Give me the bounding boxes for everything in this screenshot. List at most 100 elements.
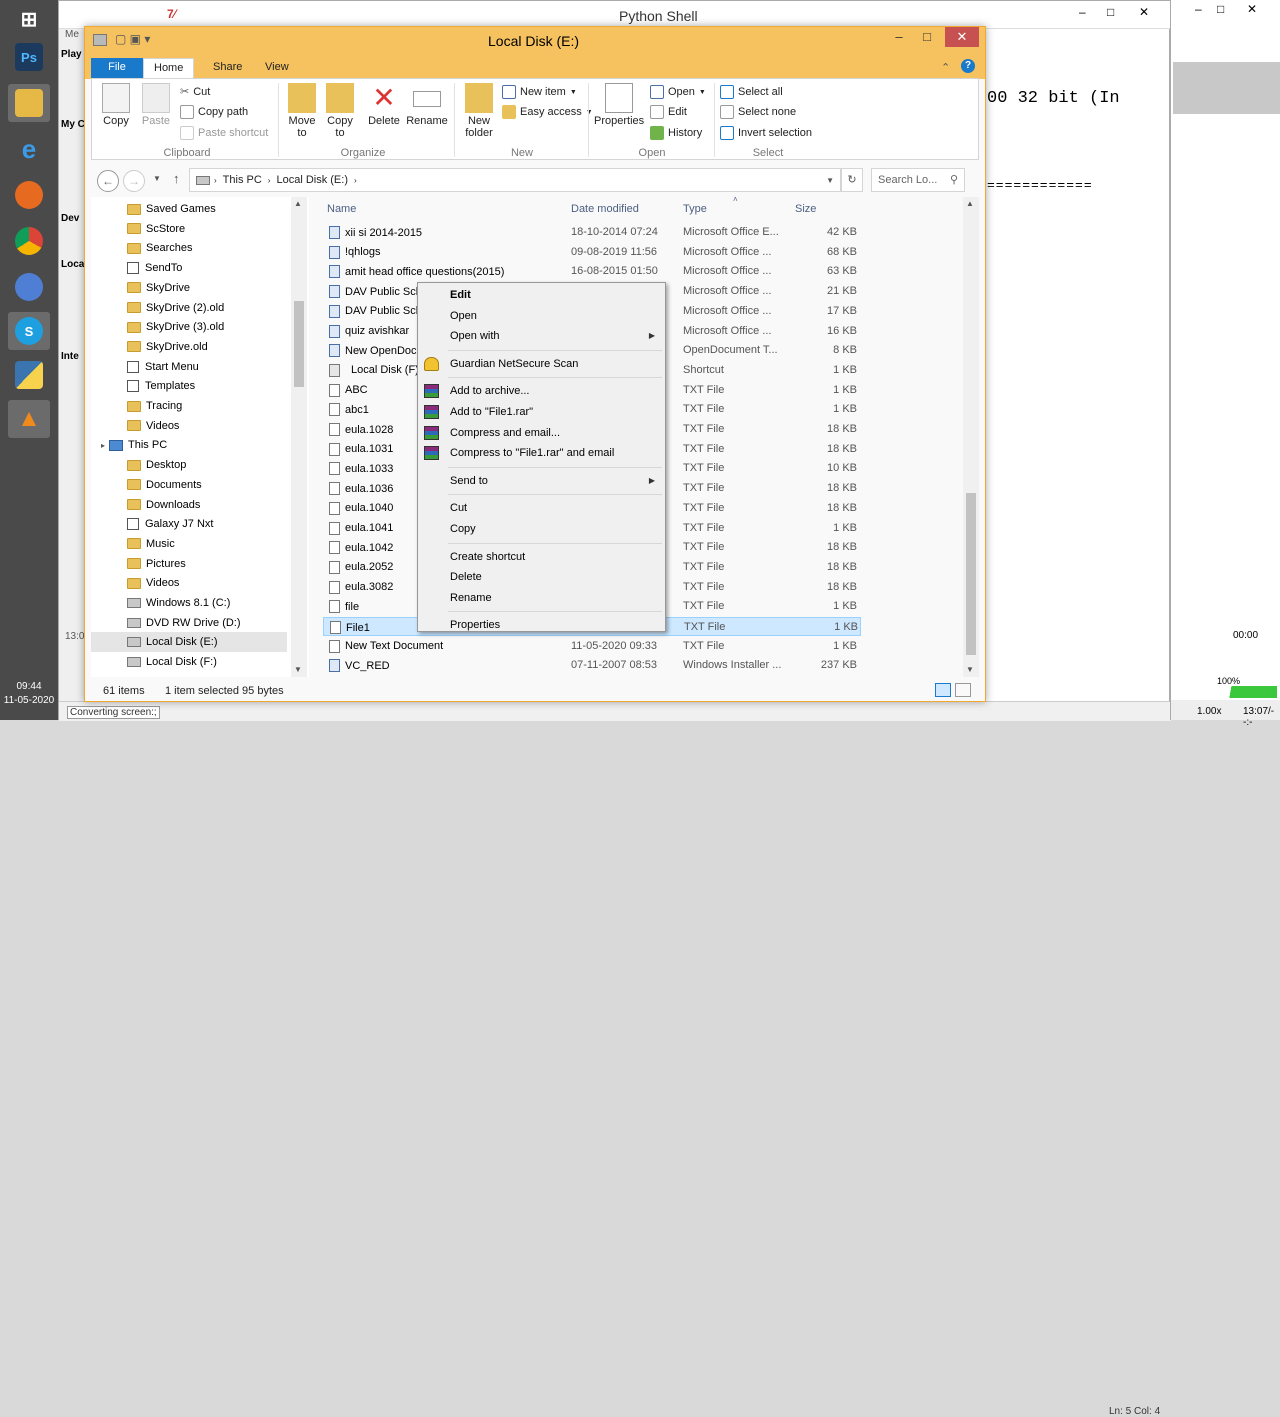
minimize-button[interactable]: – [885,27,913,47]
close-button[interactable]: ✕ [945,27,979,47]
scroll-up-icon[interactable]: ▲ [966,199,974,208]
copy-path-button[interactable]: Copy path [180,105,248,119]
menu-item[interactable]: Copy [418,519,665,539]
navigation-scrollbar[interactable] [291,197,307,677]
address-dropdown-icon[interactable]: ▼ [826,176,834,185]
firefox-icon[interactable] [8,176,50,214]
nav-item[interactable]: ▸ This PC [91,435,167,455]
menu-item[interactable]: Add to archive... [418,381,665,401]
tab-view[interactable]: View [255,58,299,79]
python-idle-icon[interactable] [8,356,50,394]
nav-item[interactable]: Desktop [91,455,186,475]
address-bar[interactable]: › This PC › Local Disk (E:) › ▼ [189,168,841,192]
nav-item[interactable]: Downloads [91,495,200,515]
details-view-icon[interactable] [935,683,951,697]
collapse-ribbon-icon[interactable]: ⌃ [941,61,950,74]
nav-item[interactable]: SkyDrive (2).old [91,298,224,318]
column-name[interactable]: Name [327,203,356,215]
menu-item[interactable]: Add to "File1.rar" [418,402,665,422]
file-row[interactable]: New Text Document 11-05-2020 09:33 TXT Fil… [323,637,861,656]
menu-item[interactable]: Send to ▶ [418,471,665,491]
breadcrumb-chevron-icon[interactable]: › [354,176,357,185]
large-icons-view-icon[interactable] [955,683,971,697]
column-date-modified[interactable]: Date modified [571,203,639,215]
recent-locations-chevron-icon[interactable]: ▼ [153,174,161,183]
windows-logo-icon[interactable]: ⊞ [8,0,50,38]
delete-button[interactable]: ✕ Delete [366,83,402,128]
skype-icon[interactable]: S [8,312,50,350]
nav-item[interactable]: Videos [91,573,179,593]
nav-item[interactable]: ScStore [91,219,185,239]
menu-item[interactable]: Delete [418,567,665,587]
tab-file[interactable]: File [91,58,143,79]
edit-button[interactable]: Edit [650,105,687,119]
refresh-button[interactable]: ↻ [841,168,863,192]
nav-item[interactable]: Start Menu [91,357,199,377]
new-item-button[interactable]: New item ▼ [502,85,577,99]
photoshop-icon[interactable]: Ps [8,38,50,76]
nav-item[interactable]: SkyDrive.old [91,337,208,357]
file-row[interactable]: xii si 2014-2015 18-10-2014 07:24 Microsof… [323,223,861,242]
nav-item[interactable]: Local Disk (F:) [91,652,217,672]
breadcrumb-chevron-icon[interactable]: › [268,176,271,185]
forward-button[interactable]: → [123,170,145,192]
menu-item[interactable]: Compress to "File1.rar" and email [418,443,665,463]
python-console-output[interactable]: 00 32 bit (In ============ [987,51,1120,231]
nav-item[interactable]: Documents [91,475,202,495]
select-all-button[interactable]: Select all [720,85,783,99]
menu-item[interactable]: Properties [418,615,665,635]
nav-item[interactable]: DVD RW Drive (D:) [91,613,241,633]
column-type[interactable]: Type [683,203,707,215]
menu-item[interactable]: Rename [418,588,665,608]
up-arrow-icon[interactable]: ↑ [173,171,180,186]
scroll-down-icon[interactable]: ▼ [294,665,302,674]
tab-home[interactable]: Home [143,58,195,79]
maximize-icon[interactable]: □ [1217,2,1224,16]
copy-to-button[interactable]: Copy to [322,83,358,139]
file-row[interactable]: !qhlogs 09-08-2019 11:56 Microsoft Office … [323,243,861,262]
nav-item[interactable]: Local Disk (E:) [91,632,287,653]
nav-item[interactable]: Videos [91,416,179,436]
menu-item[interactable]: Cut [418,498,665,518]
menu-item[interactable]: Compress and email... [418,423,665,443]
internet-explorer-icon[interactable]: e [8,130,50,168]
breadcrumb-chevron-icon[interactable]: › [214,176,217,185]
nav-item[interactable]: Searches [91,238,192,258]
help-icon[interactable]: ? [961,59,975,73]
nav-item[interactable]: Templates [91,376,195,396]
back-button[interactable]: ← [97,170,119,192]
nav-item[interactable]: Pictures [91,554,186,574]
breadcrumb-this-pc[interactable]: This PC [223,174,262,186]
nav-item[interactable]: SkyDrive (3).old [91,317,224,337]
chrome-canary-icon[interactable] [8,268,50,306]
search-input[interactable]: Search Lo... ⚲ [871,168,965,192]
column-size[interactable]: Size [795,203,816,215]
easy-access-button[interactable]: Easy access ▼ [502,105,593,119]
move-to-button[interactable]: Move to [284,83,320,139]
properties-button[interactable]: Properties [594,83,644,127]
close-icon[interactable]: ✕ [1247,2,1257,16]
open-button[interactable]: Open ▼ [650,85,706,99]
maximize-icon[interactable]: □ [1107,5,1114,19]
quick-access-toolbar[interactable]: ▢ ▣ ▾ [115,32,150,46]
cut-button[interactable]: ✂ Cut [180,85,210,99]
minimize-icon[interactable]: – [1079,5,1086,19]
paste-shortcut-button[interactable]: Paste shortcut [180,126,268,140]
chrome-icon[interactable] [8,222,50,260]
explorer-titlebar[interactable]: ▢ ▣ ▾ Local Disk (E:) – □ ✕ [85,27,985,55]
nav-item[interactable]: SendTo [91,258,182,278]
maximize-button[interactable]: □ [913,27,941,47]
minimize-icon[interactable]: – [1195,2,1202,16]
file-list-scroll-thumb[interactable] [966,493,976,655]
menu-item[interactable]: Guardian NetSecure Scan [418,354,665,374]
nav-item[interactable]: Tracing [91,396,182,416]
nav-item[interactable]: Music [91,534,175,554]
nav-item[interactable]: Galaxy J7 Nxt [91,514,213,534]
menu-item[interactable]: Open with ▶ [418,326,665,346]
volume-bar[interactable] [1211,686,1277,698]
taskbar-clock[interactable]: 09:44 11-05-2020 [0,680,58,708]
nav-item[interactable]: Saved Games [91,199,216,219]
vlc-icon[interactable]: ▲ [8,400,50,438]
menu-item[interactable]: Create shortcut [418,547,665,567]
nav-item[interactable]: SkyDrive [91,278,190,298]
